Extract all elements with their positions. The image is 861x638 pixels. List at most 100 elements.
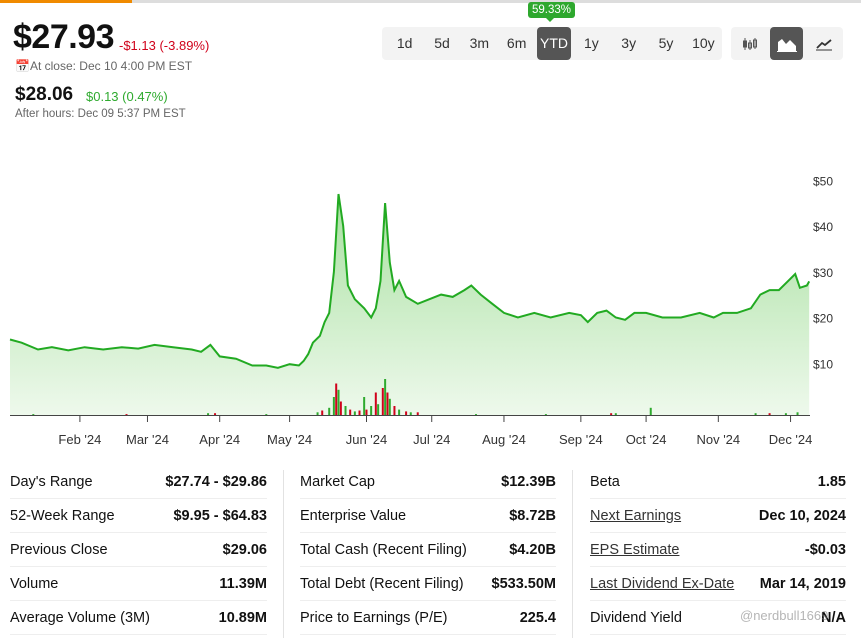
range-1y[interactable]: 1y — [573, 27, 610, 60]
after-hours-price: $28.06 — [15, 84, 74, 105]
range-1d[interactable]: 1d — [386, 27, 423, 60]
x-tick-label: Nov '24 — [696, 432, 740, 447]
stat-row: Last Dividend Ex-Date Mar 14, 2019 — [590, 567, 846, 601]
stat-value: -$0.03 — [804, 541, 846, 558]
volume-bar — [649, 407, 652, 415]
y-tick-label: $50 — [813, 174, 833, 188]
stat-value: $8.72B — [509, 507, 556, 524]
volume-bar — [214, 413, 217, 415]
y-tick-label: $20 — [813, 312, 833, 326]
stat-row: EPS Estimate -$0.03 — [590, 533, 846, 567]
range-ytd[interactable]: YTD — [537, 27, 571, 60]
x-tick-label: Jul '24 — [413, 432, 450, 447]
volume-bar — [381, 388, 384, 415]
range-return-tooltip: 59.33% — [528, 2, 576, 22]
stat-label: Dividend Yield — [590, 609, 682, 626]
stat-label: Day's Range — [10, 473, 93, 490]
calendar-icon: 📅 — [15, 59, 30, 73]
x-tick-label: Oct '24 — [626, 432, 667, 447]
stat-label[interactable]: Next Earnings — [590, 508, 681, 524]
stat-label: Market Cap — [300, 473, 375, 490]
volume-bar — [32, 414, 35, 415]
volume-bar — [386, 392, 389, 415]
x-tick-label: Dec '24 — [769, 432, 813, 447]
range-5y[interactable]: 5y — [647, 27, 684, 60]
volume-bar — [365, 409, 368, 415]
stat-label[interactable]: Last Dividend Ex-Date — [590, 576, 734, 592]
stat-row: Beta 1.85 — [590, 465, 846, 499]
volume-bar — [796, 412, 799, 415]
stat-label: Beta — [590, 473, 620, 490]
volume-bar — [328, 407, 331, 415]
volume-bar — [610, 413, 613, 415]
volume-bar — [316, 412, 319, 415]
x-tick-label: Aug '24 — [482, 432, 526, 447]
line-chart-icon[interactable] — [808, 27, 841, 60]
range-selector: 1d 5d 3m 6m YTD 1y 3y 5y 10y — [382, 27, 722, 60]
volume-bar — [614, 413, 617, 415]
volume-bar — [353, 411, 356, 415]
y-tick-label: $10 — [813, 357, 833, 371]
candlestick-icon[interactable] — [733, 27, 766, 60]
y-tick-label: $40 — [813, 220, 833, 234]
stat-row: Enterprise Value $8.72B — [300, 499, 556, 533]
volume-bar — [339, 401, 342, 415]
area-chart-icon[interactable] — [770, 27, 804, 60]
volume-bar — [754, 413, 757, 415]
volume-bar — [335, 383, 338, 415]
current-price: $27.93 — [13, 18, 115, 56]
x-tick-label: Feb '24 — [58, 432, 101, 447]
volume-bar — [358, 410, 361, 415]
price-area — [10, 194, 810, 415]
stat-value: Dec 10, 2024 — [758, 507, 846, 524]
volume-bar — [374, 392, 377, 415]
range-6m[interactable]: 6m — [498, 27, 535, 60]
stat-label: Average Volume (3M) — [10, 609, 150, 626]
stat-row: Market Cap $12.39B — [300, 465, 556, 499]
watermark: @nerdbull1669 — [740, 608, 829, 623]
stat-row: Day's Range $27.74 - $29.86 — [10, 465, 267, 499]
stat-row: Total Debt (Recent Filing) $533.50M — [300, 567, 556, 601]
volume-bar — [384, 379, 387, 415]
range-3y[interactable]: 3y — [610, 27, 647, 60]
divider — [283, 470, 284, 638]
stats-column-valuation: Market Cap $12.39B Enterprise Value $8.72B T… — [300, 465, 556, 635]
stat-label[interactable]: EPS Estimate — [590, 542, 679, 558]
stat-value: $27.74 - $29.86 — [165, 473, 267, 490]
x-tick-label: Sep '24 — [559, 432, 603, 447]
stat-label: Volume — [10, 575, 59, 592]
after-hours-change: $0.13 (0.47%) — [86, 89, 168, 104]
stat-label: Previous Close — [10, 541, 108, 558]
stat-value: 11.39M — [219, 575, 267, 592]
volume-bar — [398, 409, 401, 415]
stat-label: 52-Week Range — [10, 507, 115, 524]
volume-bar — [265, 414, 268, 415]
volume-bar — [768, 413, 771, 415]
volume-bar — [416, 412, 419, 415]
stat-value: Mar 14, 2019 — [759, 575, 846, 592]
stat-value: $12.39B — [501, 473, 556, 490]
volume-bar — [405, 411, 408, 415]
volume-bar — [393, 406, 396, 415]
stat-row: Average Volume (3M) 10.89M — [10, 601, 267, 635]
range-10y[interactable]: 10y — [685, 27, 722, 60]
range-5d[interactable]: 5d — [423, 27, 460, 60]
stat-row: Volume 11.39M — [10, 567, 267, 601]
stat-value: $29.06 — [222, 541, 267, 558]
x-tick-label: May '24 — [267, 432, 312, 447]
stat-row: Total Cash (Recent Filing) $4.20B — [300, 533, 556, 567]
volume-bar — [475, 414, 477, 415]
volume-bar — [321, 410, 324, 415]
close-time: 📅At close: Dec 10 4:00 PM EST — [15, 59, 193, 73]
volume-bar — [370, 406, 373, 415]
price-chart[interactable]: $10 $20 $30 $40 $50 Feb '24 Mar '24 Apr '24 May … — [0, 160, 861, 455]
volume-bar — [544, 414, 547, 415]
range-3m[interactable]: 3m — [461, 27, 498, 60]
stat-row: Price to Earnings (P/E) 225.4 — [300, 601, 556, 635]
stat-value: $4.20B — [509, 541, 556, 558]
volume-bar — [332, 397, 335, 415]
after-hours-time: After hours: Dec 09 5:37 PM EST — [15, 108, 186, 120]
volume-bar — [409, 412, 412, 415]
price-change: -$1.13 (-3.89%) — [119, 38, 210, 53]
stat-label: Enterprise Value — [300, 507, 407, 524]
